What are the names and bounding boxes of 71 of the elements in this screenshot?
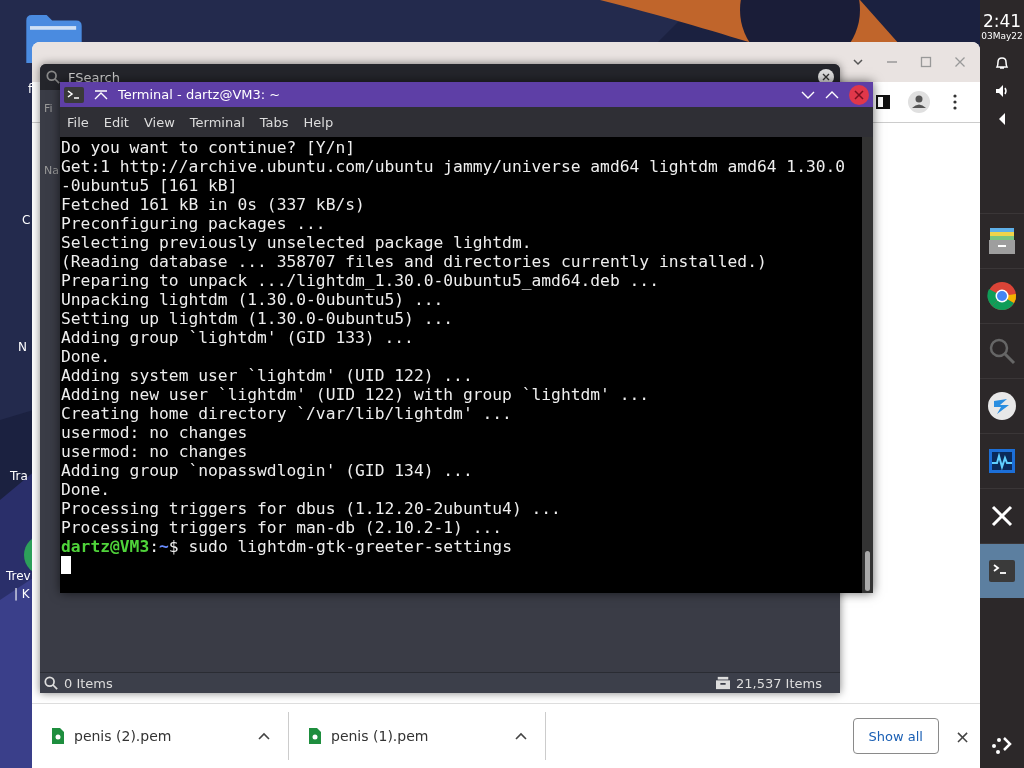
terminal-line: Processing triggers for dbus (1.12.20-2ubuntu4) ... <box>61 499 562 518</box>
search-icon <box>44 676 58 690</box>
terminal-line: Done. <box>61 347 111 366</box>
terminal-line: Adding group `nopasswdlogin' (GID 134) ... <box>61 461 474 480</box>
terminal-line: Preconfiguring packages ... <box>61 214 327 233</box>
terminal-line: usermod: no changes <box>61 442 249 461</box>
index-count: 21,537 Items <box>736 675 822 691</box>
chevron-icon[interactable] <box>852 56 864 68</box>
clock-time[interactable]: 2:41 <box>982 11 1022 31</box>
terminal-line: Done. <box>61 480 111 499</box>
command-text: sudo lightdm-gtk-greeter-settings <box>187 537 512 556</box>
terminal-line: (Reading database ... 358707 files and directories currently installed.) <box>61 252 768 271</box>
file-icon <box>52 728 64 744</box>
terminal-line: Unpacking lightdm (1.30.0-0ubuntu5) ... <box>61 290 445 309</box>
terminal-line: Adding new user `lightdm' (UID 122) with group `lightdm' ... <box>61 385 651 404</box>
terminal-line: Fetched 161 kB in 0s (337 kB/s) <box>61 195 366 214</box>
desktop-icon-label[interactable]: Trev <box>6 569 31 583</box>
prompt-symbol: $ <box>168 537 179 556</box>
window-title: Terminal - dartz@VM3: ~ <box>118 87 281 102</box>
browser-icon <box>987 281 1017 311</box>
terminal-line: usermod: no changes <box>61 423 249 442</box>
window-title: FSearch <box>68 69 120 85</box>
terminal-line: Get:1 http://archive.ubuntu.com/ubuntu jammy/universe amd64 lightdm amd64 1.30.0 <box>61 157 847 176</box>
desktop-icon-label[interactable]: Tra <box>10 469 28 483</box>
terminal-line: Creating home directory `/var/lib/lightdm' ... <box>61 404 513 423</box>
terminal-line: Do you want to continue? [Y/n] <box>61 138 357 157</box>
terminal-line: -0ubuntu5 [161 kB] <box>61 176 239 195</box>
search-icon <box>987 336 1017 366</box>
prompt-path: ~ <box>159 537 169 556</box>
file-icon <box>309 728 321 744</box>
prompt-separator: : <box>149 537 160 556</box>
waveform-icon <box>987 446 1017 476</box>
bell-icon[interactable] <box>994 55 1010 71</box>
text-cursor <box>61 556 71 574</box>
side-panel-icon[interactable] <box>876 94 890 110</box>
close-button[interactable]: × <box>954 725 970 747</box>
shade-icon[interactable] <box>94 89 108 100</box>
menu-item[interactable]: File <box>67 114 89 130</box>
terminal-line: Processing triggers for man-db (2.10.2-1) ... <box>61 518 504 537</box>
menu-item[interactable]: Tabs <box>259 114 289 130</box>
menu-item[interactable]: View <box>143 114 175 130</box>
column-header[interactable]: Na <box>44 164 59 177</box>
database-icon <box>716 676 730 690</box>
terminal-icon <box>64 86 84 103</box>
drawer-icon <box>987 226 1017 256</box>
volume-icon[interactable] <box>994 83 1010 99</box>
prompt-user: dartz@VM3 <box>61 537 150 556</box>
minimize-icon[interactable] <box>801 89 815 100</box>
menu-item[interactable]: Edit <box>103 114 129 130</box>
desktop-icon-label[interactable]: | K <box>14 587 30 601</box>
result-count: 0 Items <box>64 675 113 691</box>
menu-label[interactable]: Fi <box>44 102 53 115</box>
show-all-button[interactable]: Show all <box>852 718 939 754</box>
terminal-line: Selecting previously unselected package lightdm. <box>61 233 533 252</box>
terminal-line: Adding group `lightdm' (GID 133) ... <box>61 328 415 347</box>
search-icon <box>46 70 60 84</box>
desktop-icon-label[interactable]: N <box>18 340 27 354</box>
menu-item[interactable]: Help <box>303 114 334 130</box>
desktop-icon-label[interactable]: f <box>28 82 33 96</box>
terminal-line: Preparing to unpack .../lightdm_1.30.0-0ubuntu5_amd64.deb ... <box>61 271 660 290</box>
profile-icon[interactable] <box>908 91 930 113</box>
scrollbar-thumb[interactable] <box>865 551 870 591</box>
terminal-line: Setting up lightdm (1.30.0-0ubuntu5) ... <box>61 309 455 328</box>
caret-icon[interactable] <box>515 732 527 740</box>
desktop-icon-label[interactable]: C <box>22 213 31 227</box>
caret-icon[interactable] <box>258 732 270 740</box>
clock-date: 03May22 <box>981 31 1023 41</box>
menu-item[interactable]: Terminal <box>189 114 245 130</box>
download-item[interactable]: penis (2).pem <box>74 728 248 744</box>
download-item[interactable]: penis (1).pem <box>331 728 505 744</box>
terminal-line: Adding system user `lightdm' (UID 122) ... <box>61 366 474 385</box>
